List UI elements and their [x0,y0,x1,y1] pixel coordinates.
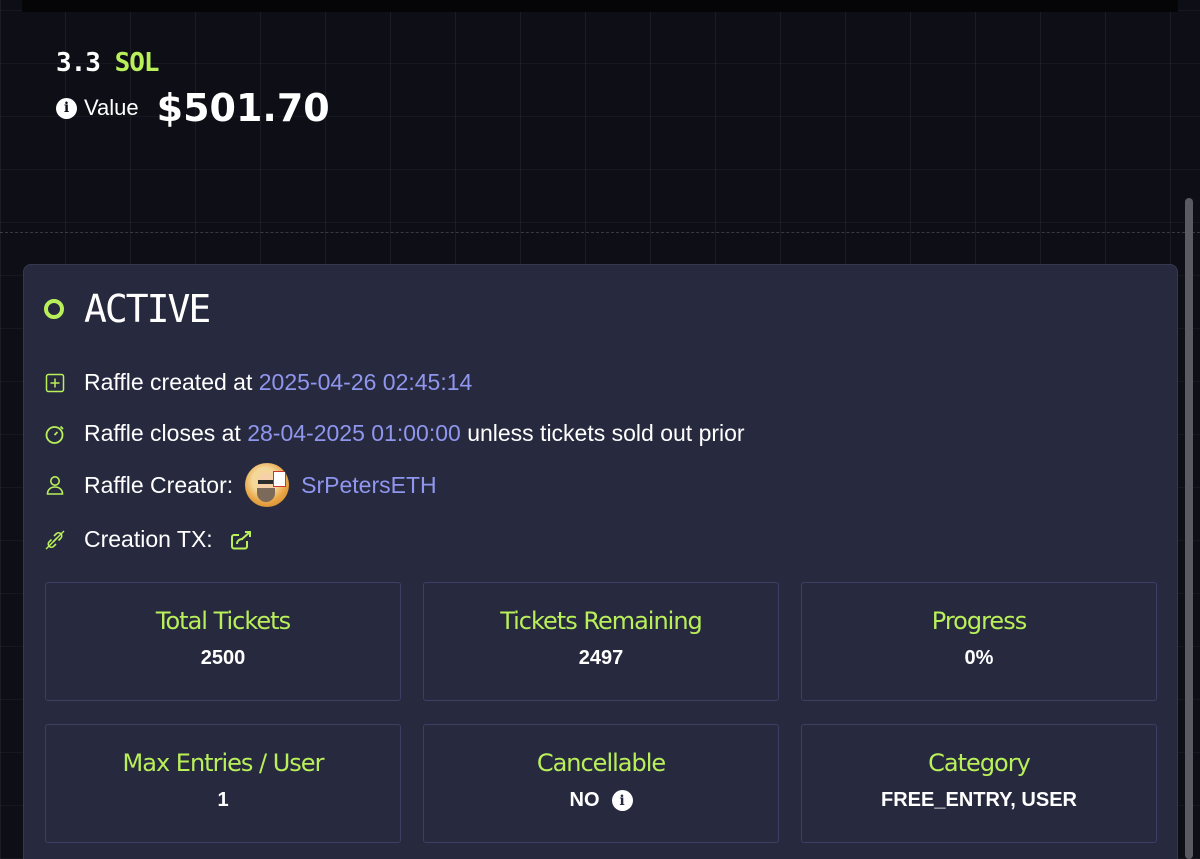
creation-tx-label: Creation TX: [84,526,213,552]
price-block: 3.3 SOL i Value $501.70 [56,48,330,130]
stat-label: Category [928,749,1031,777]
status-dot-icon [44,299,64,319]
creator-name-link[interactable]: SrPetersETH [301,472,436,499]
created-at: 2025-04-26 02:45:14 [258,369,473,395]
stat-value: 0% [964,647,994,669]
stat-label: Max Entries / User [122,749,325,777]
stat-cancellable: Cancellable NO i [423,724,779,843]
plus-square-icon [44,372,66,394]
stat-label: Progress [931,607,1027,635]
stat-value: 2497 [578,647,624,669]
scrollbar[interactable] [1185,198,1193,859]
stat-value-row: NO i [570,789,633,812]
stat-tickets-remaining: Tickets Remaining 2497 [423,582,779,701]
created-label: Raffle created at [84,369,253,395]
sol-unit: SOL [114,48,160,78]
link-broken-icon [44,529,66,551]
creator-row: Raffle Creator: SrPetersETH [44,463,437,507]
info-icon[interactable]: i [56,97,77,119]
stat-value: 2500 [200,647,246,669]
stat-label: Cancellable [536,749,666,777]
value-amount: $501.70 [156,86,330,130]
sol-price: 3.3 SOL [56,48,330,78]
created-row: Raffle created at 2025-04-26 02:45:14 [44,369,472,396]
stat-value: NO [569,789,600,811]
stat-value: FREE_ENTRY, USER [881,789,1077,811]
stat-label: Total Tickets [155,607,291,635]
info-icon[interactable]: i [611,790,633,811]
value-row: i Value $501.70 [56,86,330,130]
user-icon [44,474,66,496]
raffle-details-card: ACTIVE Raffle created at 2025-04-26 02:4… [23,264,1178,859]
share-external-icon[interactable] [229,529,253,551]
divider [0,232,1200,233]
stat-total-tickets: Total Tickets 2500 [45,582,401,701]
sol-amount: 3.3 [56,48,101,78]
status-row: ACTIVE [44,287,211,331]
closes-suffix: unless tickets sold out prior [467,420,745,446]
stat-progress: Progress 0% [801,582,1157,701]
closes-at: 28-04-2025 01:00:00 [247,420,461,446]
stat-max-entries: Max Entries / User 1 [45,724,401,843]
timer-icon [44,423,66,445]
status-text: ACTIVE [84,287,211,331]
stat-label: Tickets Remaining [500,607,703,635]
closes-row: Raffle closes at 28-04-2025 01:00:00 unl… [44,420,745,447]
stat-category: Category FREE_ENTRY, USER [801,724,1157,843]
stats-grid: Total Tickets 2500 Tickets Remaining 249… [45,582,1157,843]
top-image-edge [22,0,1178,12]
raffle-page: 3.3 SOL i Value $501.70 ACTIVE Raffle cr… [0,0,1200,859]
closes-label: Raffle closes at [84,420,241,446]
stat-value: 1 [217,789,229,811]
creator-label: Raffle Creator: [84,471,234,498]
creation-tx-row: Creation TX: [44,526,253,553]
creator-avatar[interactable] [245,463,290,507]
value-label: Value [84,95,139,120]
